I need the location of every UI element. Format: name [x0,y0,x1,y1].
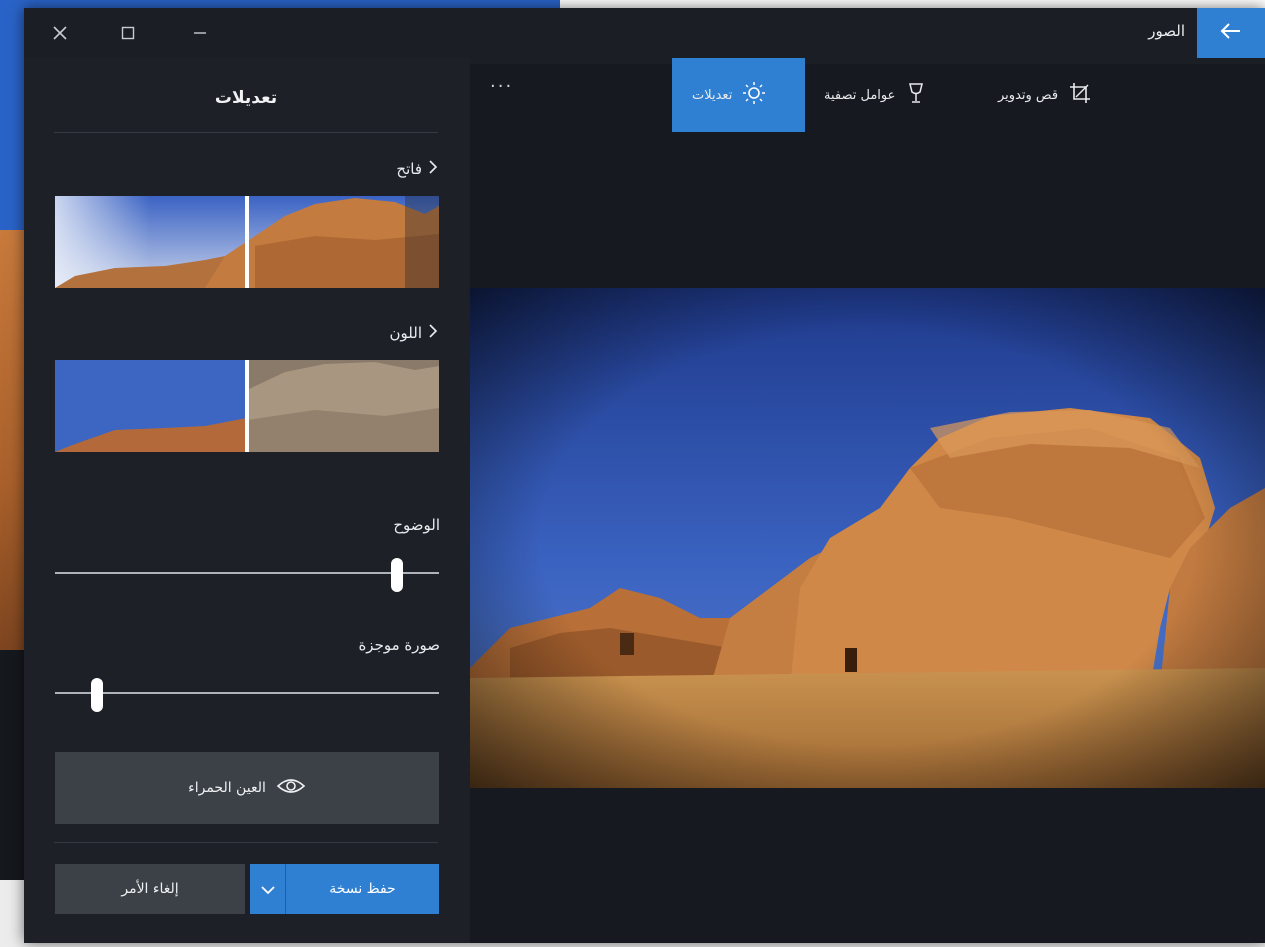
desktop-strip [560,0,1265,8]
slider-thumb[interactable] [390,558,403,592]
adjustments-panel: تعديلات فاتح اللون الوضوح صورة موجزة الع… [24,58,470,943]
minimize-icon[interactable] [186,22,214,50]
divider [54,132,438,133]
section-color[interactable]: اللون [390,324,438,342]
sun-icon [742,81,766,109]
divider [54,842,438,843]
vignette-label: صورة موجزة [358,636,440,654]
maximize-icon[interactable] [114,22,142,50]
chevron-right-icon [428,160,438,178]
more-options-button[interactable]: ··· [490,76,513,97]
arrow-left-icon [1220,22,1242,44]
photos-app-window: الصور قص وتدوير عوامل تصفية تعديلات ··· … [24,8,1265,943]
eye-icon [276,777,306,799]
app-title: الصور [1148,22,1185,40]
chevron-down-icon [260,880,275,899]
red-eye-label: العين الحمراء [188,780,266,796]
back-button[interactable] [1197,8,1265,58]
slider-thumb[interactable] [91,678,104,712]
crop-rotate-button[interactable]: قص وتدوير [998,58,1092,132]
filter-icon [905,82,927,108]
light-preview-strip[interactable] [55,196,439,288]
cancel-button[interactable]: إلغاء الأمر [55,864,245,914]
adjustments-label: تعديلات [692,87,733,103]
filters-label: عوامل تصفية [824,87,896,103]
vignette-slider[interactable] [55,678,439,712]
crop-label: قص وتدوير [998,87,1059,103]
panel-title: تعديلات [214,88,278,108]
red-eye-button[interactable]: العين الحمراء [55,752,439,824]
color-preview-strip[interactable] [55,360,439,452]
save-copy-button[interactable]: حفظ نسخة [250,864,439,914]
section-light[interactable]: فاتح [396,160,438,178]
slider-track [55,692,439,694]
adjustments-tab[interactable]: تعديلات [672,58,805,132]
edited-photo[interactable] [470,288,1265,788]
title-bar: الصور [24,8,1265,64]
save-copy-label: حفظ نسخة [329,881,396,897]
filters-button[interactable]: عوامل تصفية [824,58,927,132]
chevron-right-icon [428,324,438,342]
section-color-label: اللون [389,324,422,342]
slider-track [55,572,439,574]
section-light-label: فاتح [396,160,422,178]
save-options-dropdown[interactable] [250,864,286,914]
clarity-slider[interactable] [55,558,439,592]
close-icon[interactable] [46,22,74,50]
crop-icon [1068,81,1092,109]
clarity-label: الوضوح [393,516,440,534]
